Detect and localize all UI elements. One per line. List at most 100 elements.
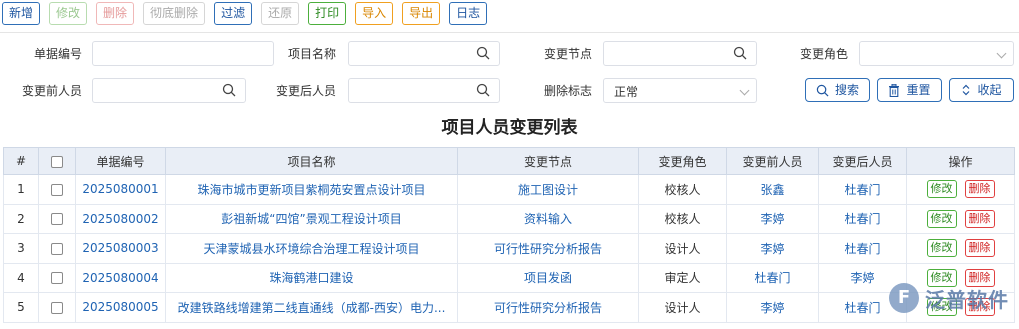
change-role-label: 变更角色 bbox=[799, 47, 848, 61]
table-row[interactable]: 1 2025080001 珠海市城市更新项目紫桐苑安置点设计项目 施工图设计 校… bbox=[3, 174, 1015, 205]
before-person-cell[interactable]: 李婷 bbox=[726, 292, 819, 323]
chevron-down-icon bbox=[739, 85, 750, 96]
change-node-cell[interactable]: 资料输入 bbox=[457, 203, 639, 234]
after-person-cell[interactable]: 杜春门 bbox=[818, 233, 907, 264]
col-select-all[interactable] bbox=[38, 147, 76, 175]
select-all-checkbox[interactable] bbox=[51, 155, 63, 168]
row-index: 4 bbox=[3, 262, 39, 293]
print-button[interactable]: 打印 bbox=[308, 2, 347, 25]
before-person-cell[interactable]: 张鑫 bbox=[726, 174, 819, 205]
reset-button-label: 重置 bbox=[906, 83, 931, 97]
data-table: # 单据编号 项目名称 变更节点 变更角色 变更前人员 变更后人员 操作 1 2… bbox=[3, 147, 1015, 323]
delete-button[interactable]: 删除 bbox=[96, 2, 135, 25]
edit-button[interactable]: 修改 bbox=[49, 2, 88, 25]
log-button[interactable]: 日志 bbox=[449, 2, 488, 25]
row-select[interactable] bbox=[38, 292, 76, 323]
search-icon bbox=[816, 84, 829, 96]
project-name-cell[interactable]: 珠海市城市更新项目紫桐苑安置点设计项目 bbox=[165, 174, 458, 205]
change-role-cell: 审定人 bbox=[638, 262, 727, 293]
row-select[interactable] bbox=[38, 262, 76, 293]
doc-no-link[interactable]: 2025080002 bbox=[75, 203, 166, 234]
doc-no-link[interactable]: 2025080001 bbox=[75, 174, 166, 205]
change-role-select[interactable] bbox=[859, 41, 1014, 66]
row-checkbox[interactable] bbox=[51, 183, 63, 196]
search-icon[interactable] bbox=[733, 46, 749, 62]
table-row[interactable]: 5 2025080005 改建铁路线增建第二线直通线（成都-西安）电力... 可… bbox=[3, 292, 1015, 323]
toolbar-divider bbox=[0, 32, 1019, 33]
change-node-cell[interactable]: 可行性研究分析报告 bbox=[457, 233, 639, 264]
row-select[interactable] bbox=[38, 233, 76, 264]
change-node-input[interactable] bbox=[603, 41, 757, 66]
change-node-cell[interactable]: 可行性研究分析报告 bbox=[457, 292, 639, 323]
row-delete-button[interactable]: 删除 bbox=[964, 209, 995, 228]
brand-watermark-text: 泛普软件 bbox=[925, 287, 1009, 312]
before-person-label: 变更前人员 bbox=[21, 84, 82, 98]
change-role-cell: 设计人 bbox=[638, 292, 727, 323]
search-button[interactable]: 搜索 bbox=[805, 78, 870, 102]
row-actions: 修改 删除 bbox=[906, 174, 1015, 205]
col-doc-no[interactable]: 单据编号 bbox=[75, 147, 166, 175]
after-person-cell[interactable]: 杜春门 bbox=[818, 203, 907, 234]
row-edit-button[interactable]: 修改 bbox=[926, 239, 957, 258]
restore-button[interactable]: 还原 bbox=[261, 2, 300, 25]
col-project[interactable]: 项目名称 bbox=[165, 147, 458, 175]
col-node[interactable]: 变更节点 bbox=[457, 147, 639, 175]
col-before[interactable]: 变更前人员 bbox=[726, 147, 819, 175]
row-index: 1 bbox=[3, 174, 39, 205]
collapse-button[interactable]: 收起 bbox=[949, 78, 1014, 102]
row-select[interactable] bbox=[38, 174, 76, 205]
after-person-input[interactable] bbox=[348, 78, 500, 103]
row-checkbox[interactable] bbox=[51, 272, 63, 285]
search-icon[interactable] bbox=[476, 83, 492, 99]
row-index: 2 bbox=[3, 203, 39, 234]
col-role[interactable]: 变更角色 bbox=[638, 147, 727, 175]
row-checkbox[interactable] bbox=[51, 242, 63, 255]
filter-button[interactable]: 过滤 bbox=[214, 2, 253, 25]
before-person-cell[interactable]: 李婷 bbox=[726, 203, 819, 234]
doc-no-label: 单据编号 bbox=[33, 47, 82, 61]
project-name-cell[interactable]: 彭祖新城“四馆”景观工程设计项目 bbox=[165, 203, 458, 234]
row-actions: 修改 删除 bbox=[906, 233, 1015, 264]
reset-button[interactable]: 重置 bbox=[877, 78, 942, 102]
before-person-input[interactable] bbox=[92, 78, 246, 103]
change-node-label: 变更节点 bbox=[543, 47, 592, 61]
row-delete-button[interactable]: 删除 bbox=[964, 239, 995, 258]
change-node-cell[interactable]: 施工图设计 bbox=[457, 174, 639, 205]
project-name-cell[interactable]: 珠海鹤港口建设 bbox=[165, 262, 458, 293]
doc-no-link[interactable]: 2025080005 bbox=[75, 292, 166, 323]
project-name-cell[interactable]: 改建铁路线增建第二线直通线（成都-西安）电力... bbox=[165, 292, 458, 323]
change-node-cell[interactable]: 项目发函 bbox=[457, 262, 639, 293]
delete-flag-label: 删除标志 bbox=[543, 84, 592, 98]
after-person-cell[interactable]: 杜春门 bbox=[818, 174, 907, 205]
before-person-cell[interactable]: 杜春门 bbox=[726, 262, 819, 293]
before-person-cell[interactable]: 李婷 bbox=[726, 233, 819, 264]
new-button[interactable]: 新增 bbox=[2, 2, 41, 25]
change-role-cell: 设计人 bbox=[638, 233, 727, 264]
doc-no-input[interactable] bbox=[92, 41, 274, 66]
delete-flag-select[interactable]: 正常 bbox=[603, 78, 757, 103]
col-actions: 操作 bbox=[906, 147, 1015, 175]
table-header-row: # 单据编号 项目名称 变更节点 变更角色 变更前人员 变更后人员 操作 bbox=[3, 147, 1015, 175]
brand-logo-icon: F bbox=[889, 283, 919, 313]
row-edit-button[interactable]: 修改 bbox=[926, 180, 957, 199]
table-row[interactable]: 3 2025080003 天津蒙城县水环境综合治理工程设计项目 可行性研究分析报… bbox=[3, 233, 1015, 264]
row-checkbox[interactable] bbox=[51, 301, 63, 314]
table-row[interactable]: 2 2025080002 彭祖新城“四馆”景观工程设计项目 资料输入 校核人 李… bbox=[3, 203, 1015, 234]
project-name-input[interactable] bbox=[348, 41, 500, 66]
search-icon[interactable] bbox=[222, 83, 238, 99]
delete-flag-value: 正常 bbox=[614, 85, 639, 99]
project-name-cell[interactable]: 天津蒙城县水环境综合治理工程设计项目 bbox=[165, 233, 458, 264]
doc-no-link[interactable]: 2025080004 bbox=[75, 262, 166, 293]
search-icon[interactable] bbox=[476, 46, 492, 62]
row-edit-button[interactable]: 修改 bbox=[926, 209, 957, 228]
doc-no-link[interactable]: 2025080003 bbox=[75, 233, 166, 264]
row-checkbox[interactable] bbox=[51, 213, 63, 226]
import-button[interactable]: 导入 bbox=[355, 2, 394, 25]
col-after[interactable]: 变更后人员 bbox=[818, 147, 907, 175]
col-index: # bbox=[3, 147, 39, 175]
purge-button[interactable]: 彻底删除 bbox=[143, 2, 206, 25]
export-button[interactable]: 导出 bbox=[402, 2, 441, 25]
row-delete-button[interactable]: 删除 bbox=[964, 180, 995, 199]
row-select[interactable] bbox=[38, 203, 76, 234]
table-row[interactable]: 4 2025080004 珠海鹤港口建设 项目发函 审定人 杜春门 李婷 修改删… bbox=[3, 262, 1015, 293]
